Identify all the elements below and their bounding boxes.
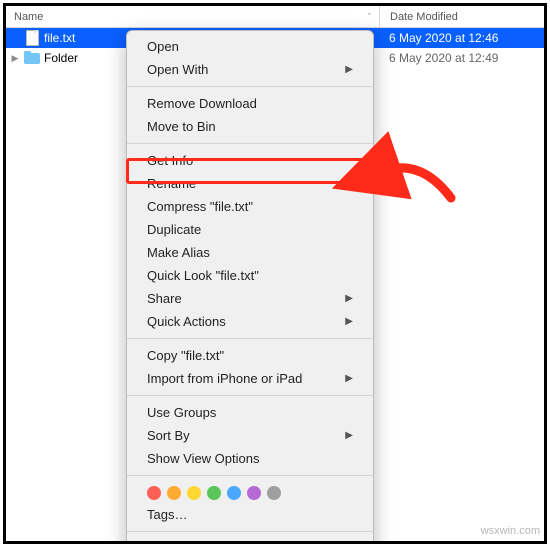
menu-item-import-iphone[interactable]: Import from iPhone or iPad ▶: [127, 367, 373, 390]
watermark: wsxwin.com: [481, 525, 540, 537]
menu-item-open-with[interactable]: Open With ▶: [127, 58, 373, 81]
menu-label: Import from iPhone or iPad: [147, 370, 302, 387]
file-icon: [24, 30, 40, 46]
menu-item-copy[interactable]: Copy "file.txt": [127, 344, 373, 367]
submenu-arrow-icon: ▶: [345, 313, 353, 330]
menu-item-quick-look[interactable]: Quick Look "file.txt": [127, 264, 373, 287]
menu-item-make-alias[interactable]: Make Alias: [127, 241, 373, 264]
menu-label: Move to Bin: [147, 118, 216, 135]
column-header-date[interactable]: Date Modified: [379, 6, 544, 27]
menu-separator: [127, 143, 373, 144]
menu-label: Remove Download: [147, 95, 257, 112]
menu-label: Open With: [147, 61, 208, 78]
tag-dot-red[interactable]: [147, 486, 161, 500]
column-name-label: Name: [14, 11, 43, 23]
menu-item-move-to-bin[interactable]: Move to Bin: [127, 115, 373, 138]
sort-indicator-icon: ˆ: [368, 12, 371, 22]
column-date-label: Date Modified: [390, 11, 458, 23]
file-date: 6 May 2020 at 12:46: [389, 31, 498, 45]
tag-dot-grey[interactable]: [267, 486, 281, 500]
menu-label: Tags…: [147, 506, 187, 523]
menu-label: Show View Options: [147, 450, 260, 467]
menu-label: Copy "file.txt": [147, 347, 224, 364]
submenu-arrow-icon: ▶: [345, 370, 353, 387]
folder-icon: [24, 51, 40, 65]
menu-label: Get Info: [147, 152, 193, 169]
menu-item-duplicate[interactable]: Duplicate: [127, 218, 373, 241]
menu-separator: [127, 531, 373, 532]
column-header-row: Name ˆ Date Modified: [6, 6, 544, 28]
menu-item-share[interactable]: Share ▶: [127, 287, 373, 310]
menu-label: Use Groups: [147, 404, 216, 421]
menu-label: Open: [147, 38, 179, 55]
menu-separator: [127, 475, 373, 476]
file-date: 6 May 2020 at 12:49: [389, 51, 498, 65]
menu-separator: [127, 395, 373, 396]
submenu-arrow-icon: ▶: [345, 427, 353, 444]
tag-color-row: [127, 481, 373, 503]
menu-item-open[interactable]: Open: [127, 35, 373, 58]
file-name: Folder: [44, 51, 78, 65]
menu-label: Sort By: [147, 427, 190, 444]
menu-item-sort-by[interactable]: Sort By ▶: [127, 424, 373, 447]
menu-label: Quick Look "file.txt": [147, 267, 259, 284]
menu-item-rename[interactable]: Rename: [127, 172, 373, 195]
menu-item-get-info[interactable]: Get Info: [127, 149, 373, 172]
tag-dot-blue[interactable]: [227, 486, 241, 500]
menu-label: Reveal in Windows: [147, 540, 258, 544]
menu-item-quick-actions[interactable]: Quick Actions ▶: [127, 310, 373, 333]
disclosure-triangle-icon[interactable]: ▶: [10, 53, 20, 64]
tag-dot-yellow[interactable]: [187, 486, 201, 500]
menu-item-view-options[interactable]: Show View Options: [127, 447, 373, 470]
menu-item-use-groups[interactable]: Use Groups: [127, 401, 373, 424]
menu-separator: [127, 338, 373, 339]
menu-label: Rename: [147, 175, 196, 192]
tag-dot-purple[interactable]: [247, 486, 261, 500]
menu-separator: [127, 86, 373, 87]
menu-label: Duplicate: [147, 221, 201, 238]
menu-item-tags[interactable]: Tags…: [127, 503, 373, 526]
menu-item-remove-download[interactable]: Remove Download: [127, 92, 373, 115]
file-name: file.txt: [44, 31, 75, 45]
submenu-arrow-icon: ▶: [345, 61, 353, 78]
tag-dot-orange[interactable]: [167, 486, 181, 500]
menu-label: Compress "file.txt": [147, 198, 253, 215]
menu-label: Make Alias: [147, 244, 210, 261]
submenu-arrow-icon: ▶: [345, 290, 353, 307]
menu-item-reveal-windows[interactable]: Reveal in Windows: [127, 537, 373, 544]
menu-label: Share: [147, 290, 182, 307]
tag-dot-green[interactable]: [207, 486, 221, 500]
menu-item-compress[interactable]: Compress "file.txt": [127, 195, 373, 218]
menu-label: Quick Actions: [147, 313, 226, 330]
column-header-name[interactable]: Name ˆ: [6, 11, 379, 23]
context-menu: Open Open With ▶ Remove Download Move to …: [126, 30, 374, 544]
